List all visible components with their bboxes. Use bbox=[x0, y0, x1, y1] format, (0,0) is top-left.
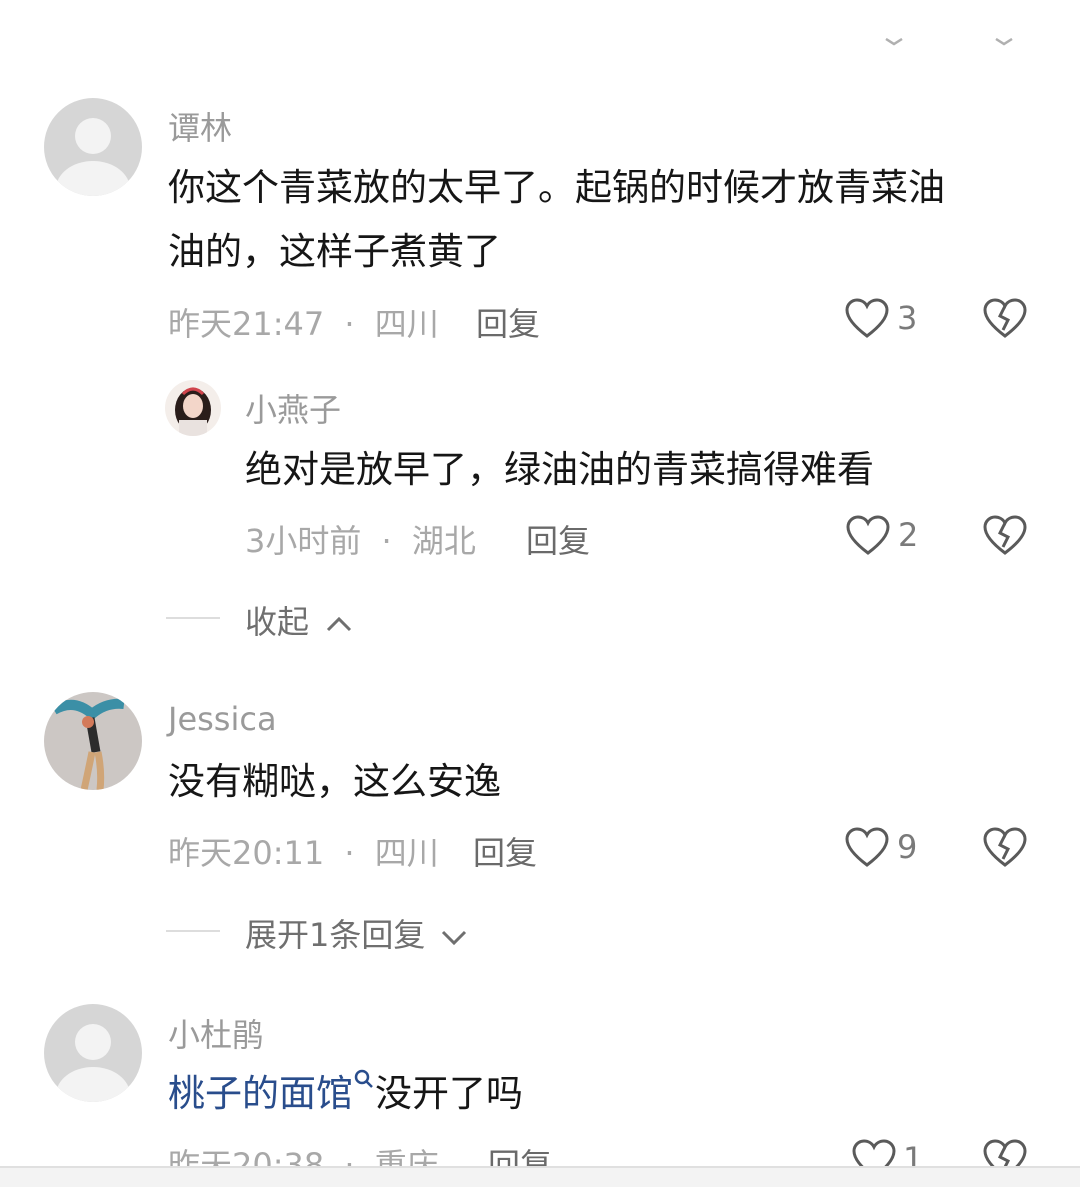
avatar[interactable] bbox=[44, 98, 142, 196]
like-count: 2 bbox=[898, 516, 919, 554]
comment-text-rest: 没开了吗 bbox=[375, 1072, 523, 1115]
heart-outline-icon[interactable] bbox=[845, 298, 889, 340]
collapse-label: 收起 bbox=[245, 603, 310, 641]
chevron-down-icon[interactable] bbox=[884, 38, 904, 46]
thread-divider bbox=[166, 617, 220, 619]
chevron-up-icon bbox=[325, 615, 353, 633]
heart-outline-icon[interactable] bbox=[846, 515, 890, 557]
chevron-down-icon[interactable] bbox=[994, 38, 1014, 46]
search-link[interactable]: 桃子的面馆 bbox=[168, 1072, 353, 1115]
comment-username[interactable]: 谭林 bbox=[168, 103, 232, 149]
reply-username[interactable]: 小燕子 bbox=[245, 385, 341, 431]
like-count: 3 bbox=[897, 299, 918, 337]
chevron-down-icon bbox=[440, 928, 468, 946]
comment-text: 桃子的面馆 没开了吗 bbox=[168, 1062, 523, 1126]
broken-heart-icon[interactable] bbox=[983, 515, 1027, 557]
expand-label: 展开1条回复 bbox=[245, 916, 426, 954]
reply-avatar[interactable] bbox=[165, 380, 221, 436]
collapse-replies-button[interactable]: 收起 bbox=[245, 597, 353, 643]
heart-outline-icon[interactable] bbox=[845, 827, 889, 869]
reply-time: 3小时前 bbox=[245, 522, 362, 560]
comment-username[interactable]: Jessica bbox=[168, 700, 277, 738]
comment-meta: 昨天21:47 · 四川 bbox=[168, 299, 439, 345]
reply-meta: 3小时前 · 湖北 bbox=[245, 516, 476, 562]
comment-username[interactable]: 小杜鹃 bbox=[168, 1010, 264, 1056]
meta-dot: · bbox=[344, 305, 355, 343]
meta-dot: · bbox=[381, 522, 392, 560]
comment-text: 油的，这样子煮黄了 bbox=[168, 230, 501, 273]
avatar[interactable] bbox=[44, 1004, 142, 1102]
comment-text: 你这个青菜放的太早了。起锅的时候才放青菜油 bbox=[168, 166, 945, 209]
broken-heart-icon[interactable] bbox=[983, 827, 1027, 869]
reply-button[interactable]: 回复 bbox=[476, 299, 540, 345]
expand-replies-button[interactable]: 展开1条回复 bbox=[245, 910, 468, 956]
meta-dot: · bbox=[344, 834, 355, 872]
like-count: 9 bbox=[897, 828, 918, 866]
comment-location: 四川 bbox=[374, 305, 439, 343]
reply-location: 湖北 bbox=[411, 522, 476, 560]
broken-heart-icon[interactable] bbox=[983, 298, 1027, 340]
thread-divider bbox=[166, 930, 220, 932]
bottom-bar bbox=[0, 1166, 1080, 1187]
comment-location: 四川 bbox=[374, 834, 439, 872]
search-icon[interactable] bbox=[353, 1068, 375, 1090]
reply-text: 绝对是放早了，绿油油的青菜搞得难看 bbox=[245, 448, 874, 491]
avatar[interactable] bbox=[44, 692, 142, 790]
comment-time: 昨天20:11 bbox=[168, 834, 325, 872]
reply-button[interactable]: 回复 bbox=[473, 828, 537, 874]
comment-text: 没有糊哒，这么安逸 bbox=[168, 760, 501, 803]
comment-time: 昨天21:47 bbox=[168, 305, 325, 343]
reply-button[interactable]: 回复 bbox=[526, 516, 590, 562]
comment-meta: 昨天20:11 · 四川 bbox=[168, 828, 439, 874]
